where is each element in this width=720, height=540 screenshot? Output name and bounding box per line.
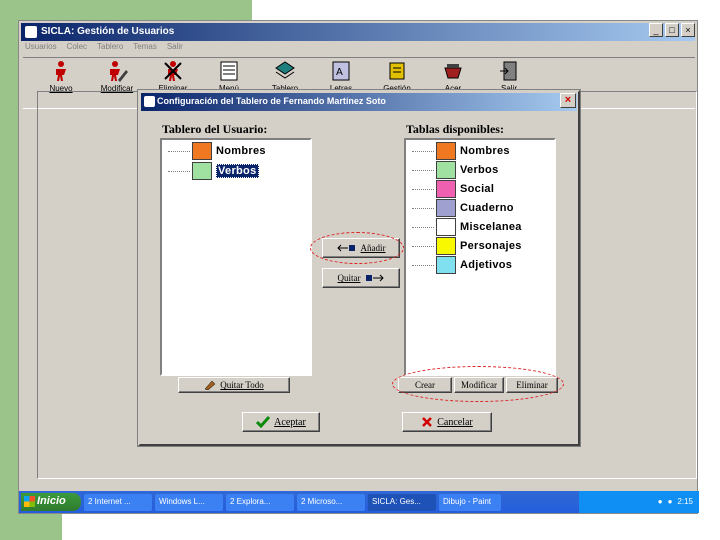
item-label: Verbos xyxy=(216,164,259,178)
user-board-list[interactable]: Nombres Verbos xyxy=(160,138,312,376)
menu-usuarios[interactable]: Usuarios xyxy=(25,42,57,56)
color-swatch xyxy=(436,142,456,160)
list-item-selected[interactable]: Verbos xyxy=(168,162,259,180)
color-swatch xyxy=(192,162,212,180)
item-label: Miscelanea xyxy=(460,221,522,233)
delete-label: Eliminar xyxy=(516,380,548,390)
delete-button[interactable]: Eliminar xyxy=(506,377,558,393)
board-icon xyxy=(275,61,295,79)
taskbar-item[interactable]: 2 Explora... xyxy=(226,493,294,511)
management-icon xyxy=(389,62,405,80)
taskbar-item-active[interactable]: SICLA: Ges... xyxy=(368,493,436,511)
exit-icon xyxy=(500,61,517,81)
start-label: Inicio xyxy=(37,495,66,507)
accept-label: Aceptar xyxy=(274,416,306,428)
list-item[interactable]: Miscelanea xyxy=(412,218,522,236)
acer-icon xyxy=(444,64,462,79)
checkmark-icon xyxy=(256,416,271,428)
delete-user-icon xyxy=(164,61,182,81)
hand-left-icon xyxy=(336,244,355,252)
add-button[interactable]: Añadir xyxy=(322,238,400,258)
available-tables-list[interactable]: Nombres Verbos Social Cuaderno Miscelane… xyxy=(404,138,556,376)
menu-colec[interactable]: Colec xyxy=(67,42,87,56)
remove-all-label: Quitar Todo xyxy=(220,380,264,390)
app-title: SICLA: Gestión de Usuarios xyxy=(41,26,175,37)
slide-background-top xyxy=(0,0,252,22)
cancel-button[interactable]: Cancelar xyxy=(402,412,492,432)
menu-icon xyxy=(220,61,238,81)
menu-salir[interactable]: Salir xyxy=(167,42,183,56)
dialog-title: Configuración del Tablero de Fernando Ma… xyxy=(157,96,386,106)
color-swatch xyxy=(436,218,456,236)
item-label: Cuaderno xyxy=(460,202,514,214)
color-swatch xyxy=(436,199,456,217)
item-label: Nombres xyxy=(460,145,510,157)
system-tray: ● ● 2:15 xyxy=(579,491,699,513)
taskbar-item[interactable]: 2 Microso... xyxy=(297,493,365,511)
modify-button[interactable]: Modificar xyxy=(454,377,504,393)
create-label: Crear xyxy=(415,380,435,390)
item-label: Social xyxy=(460,183,495,195)
start-button[interactable]: Inicio xyxy=(21,493,81,511)
color-swatch xyxy=(192,142,212,160)
color-swatch xyxy=(436,161,456,179)
dialog-icon xyxy=(144,96,155,107)
accept-button[interactable]: Aceptar xyxy=(242,412,320,432)
cancel-x-icon xyxy=(422,417,433,427)
modify-label: Modificar xyxy=(461,380,497,390)
tray-icon[interactable]: ● xyxy=(658,497,663,507)
item-label: Personajes xyxy=(460,240,522,252)
svg-text:A: A xyxy=(336,67,343,78)
color-swatch xyxy=(436,256,456,274)
app-titlebar: SICLA: Gestión de Usuarios xyxy=(21,23,695,41)
windows-logo-icon xyxy=(24,496,35,507)
item-label: Adjetivos xyxy=(460,259,513,271)
remove-button-label: Quitar xyxy=(337,273,361,283)
tray-icon[interactable]: ● xyxy=(668,497,673,507)
list-item[interactable]: Personajes xyxy=(412,237,522,255)
create-button[interactable]: Crear xyxy=(398,377,452,393)
available-tables-label: Tablas disponibles: xyxy=(406,122,504,136)
modify-user-icon xyxy=(110,61,128,82)
list-item[interactable]: Social xyxy=(412,180,495,198)
menu-temas[interactable]: Temas xyxy=(133,42,157,56)
taskbar-item[interactable]: Windows L... xyxy=(155,493,223,511)
new-user-icon xyxy=(56,61,66,81)
color-swatch xyxy=(436,180,456,198)
config-dialog: Configuración del Tablero de Fernando Ma… xyxy=(138,90,580,446)
eraser-icon xyxy=(204,380,216,390)
cancel-label: Cancelar xyxy=(437,416,473,428)
app-icon xyxy=(25,26,37,38)
taskbar-item[interactable]: 2 Internet ... xyxy=(84,493,152,511)
item-label: Nombres xyxy=(216,145,266,157)
user-board-label: Tablero del Usuario: xyxy=(162,122,268,136)
list-item[interactable]: Cuaderno xyxy=(412,199,514,217)
menu-tablero[interactable]: Tablero xyxy=(97,42,123,56)
dialog-titlebar: Configuración del Tablero de Fernando Ma… xyxy=(141,93,577,111)
letters-icon: A xyxy=(332,61,350,81)
clock: 2:15 xyxy=(677,497,693,506)
taskbar-item[interactable]: Dibujo - Paint xyxy=(439,493,501,511)
item-label: Verbos xyxy=(460,164,499,176)
close-button[interactable]: × xyxy=(681,23,695,37)
hand-right-icon xyxy=(365,274,384,282)
menubar: Usuarios Colec Tablero Temas Salir xyxy=(23,42,183,56)
dialog-close-button[interactable]: × xyxy=(560,93,576,108)
remove-button[interactable]: Quitar xyxy=(322,268,400,288)
remove-all-button[interactable]: Quitar Todo xyxy=(178,377,290,393)
color-swatch xyxy=(436,237,456,255)
list-item[interactable]: Nombres xyxy=(168,142,266,160)
list-item[interactable]: Nombres xyxy=(412,142,510,160)
window-controls: _ □ × xyxy=(649,23,695,37)
list-item[interactable]: Adjetivos xyxy=(412,256,513,274)
minimize-button[interactable]: _ xyxy=(649,23,663,37)
list-item[interactable]: Verbos xyxy=(412,161,499,179)
maximize-button[interactable]: □ xyxy=(665,23,679,37)
taskbar: Inicio 2 Internet ... Windows L... 2 Exp… xyxy=(19,491,699,513)
add-button-label: Añadir xyxy=(360,243,386,253)
